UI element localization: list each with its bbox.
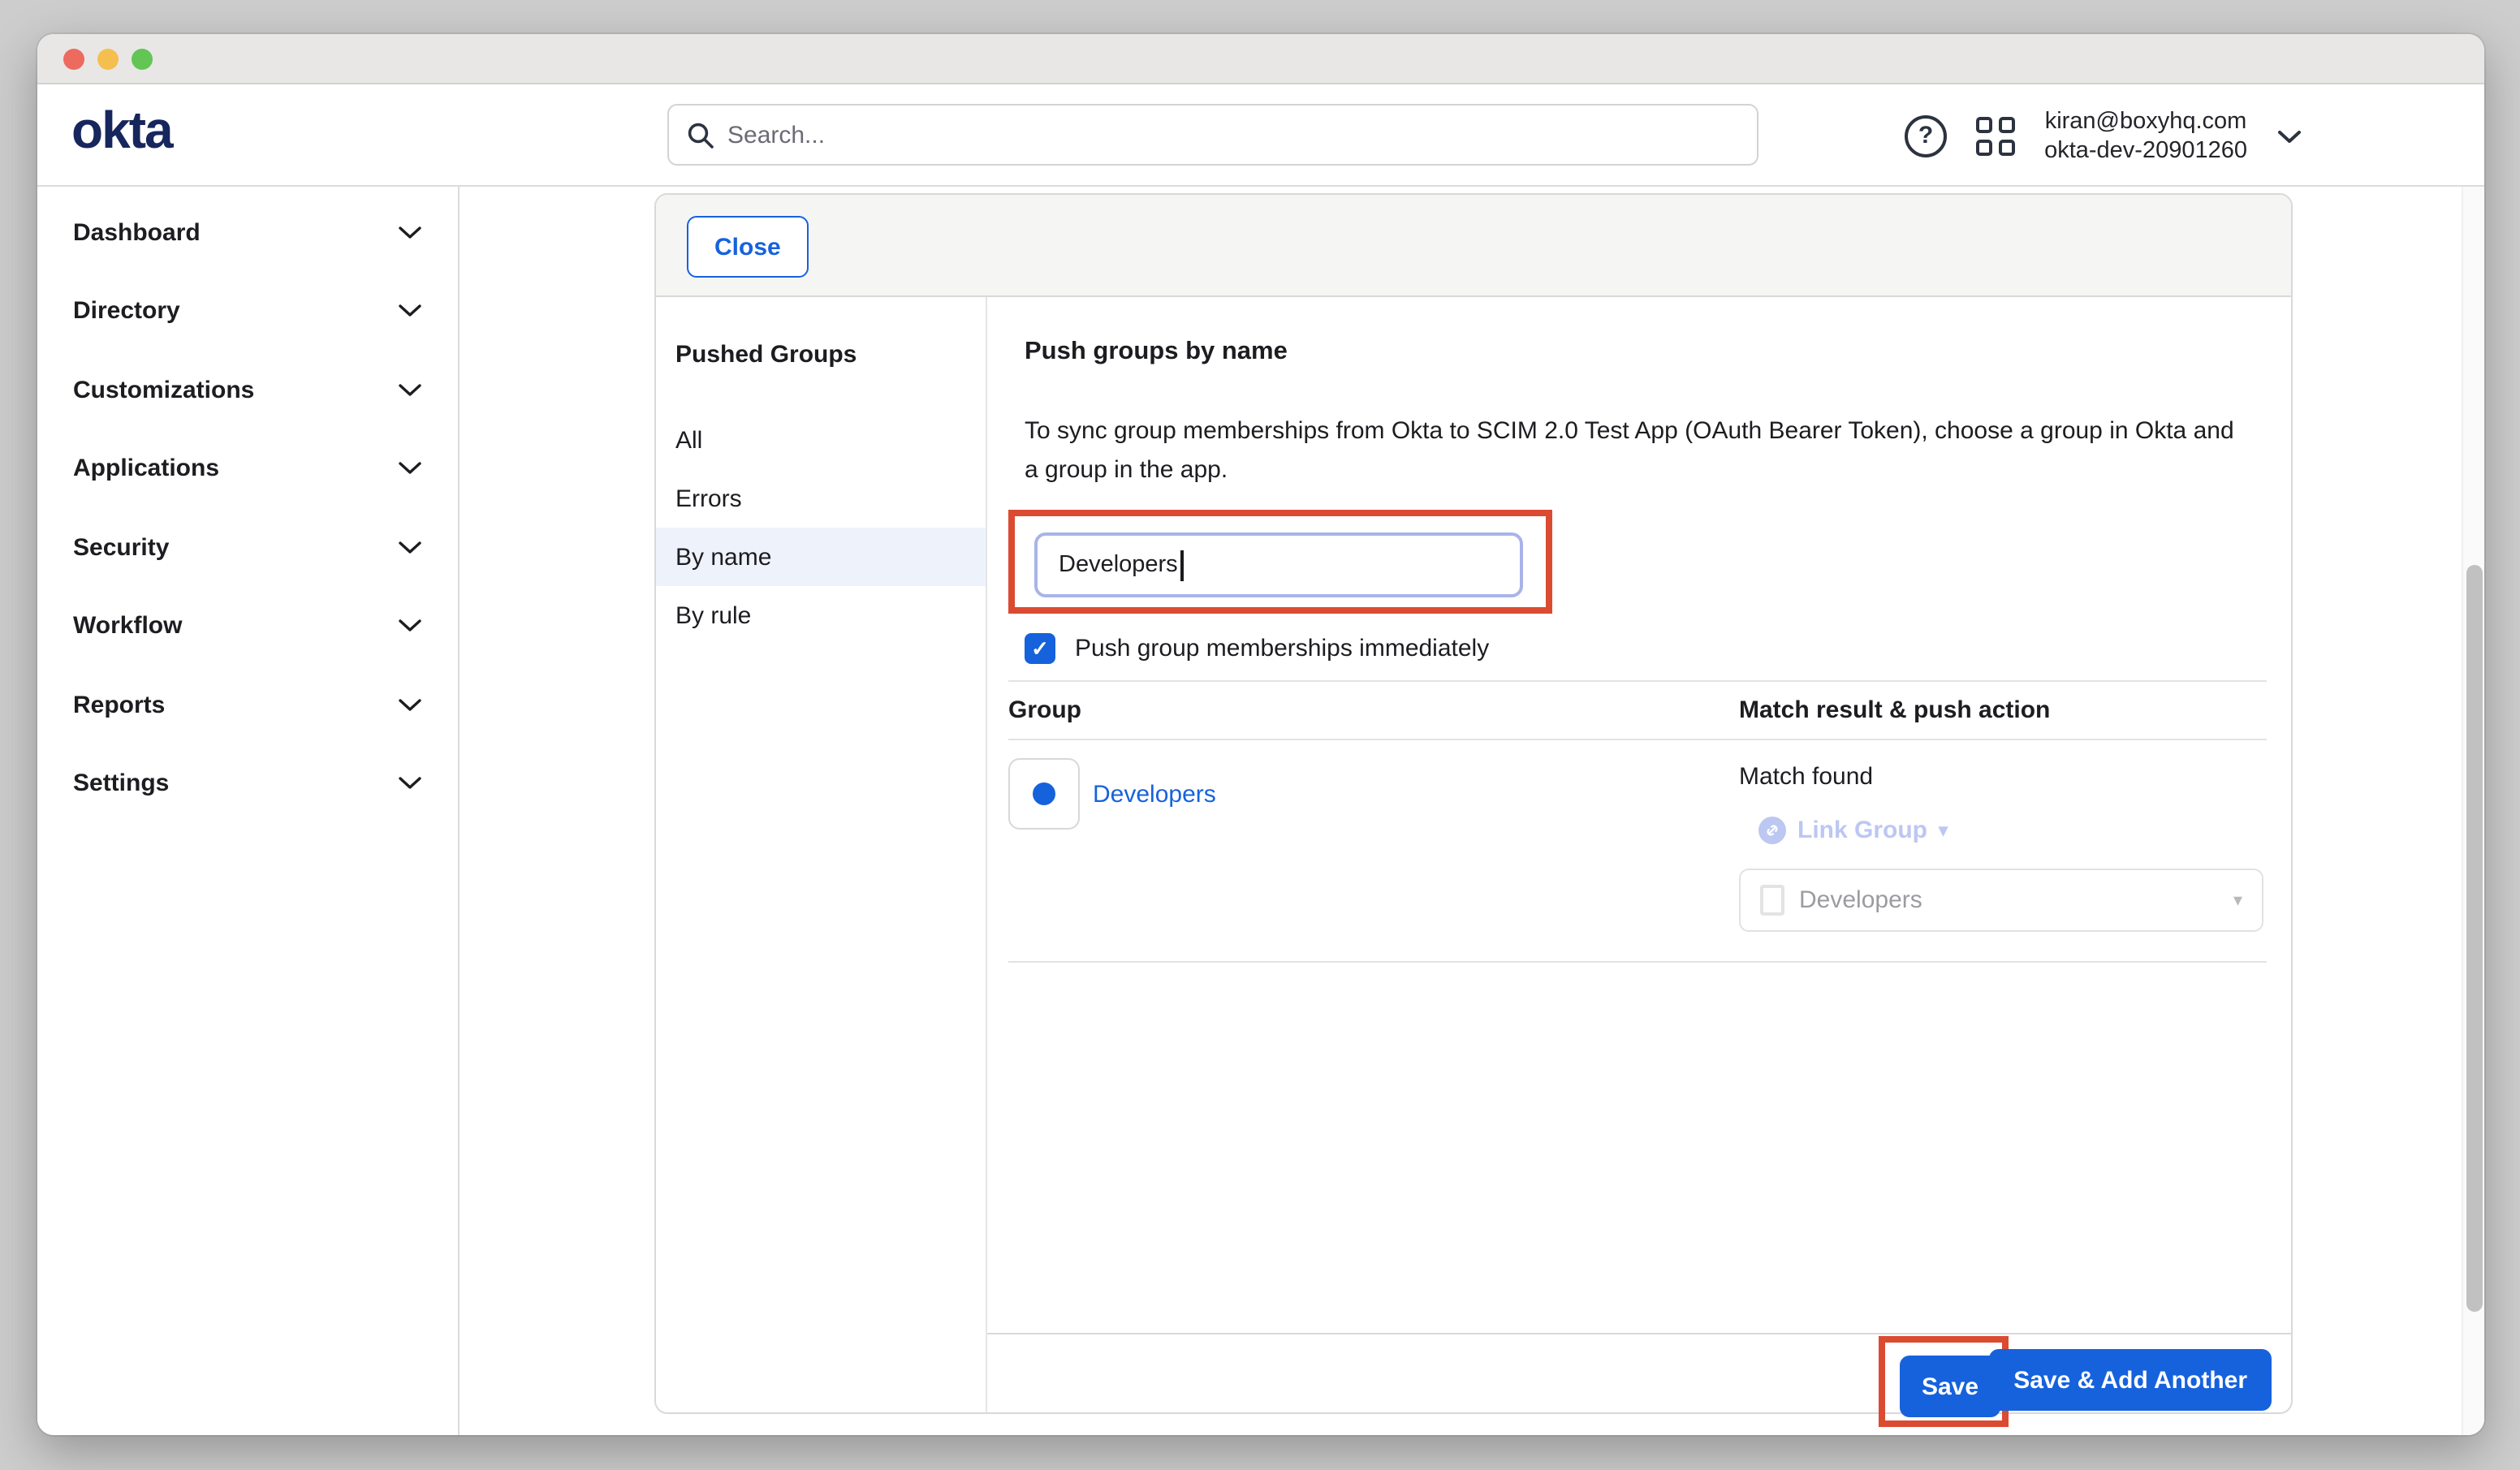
window-close-button[interactable] bbox=[63, 48, 84, 69]
pushed-groups-nav: Pushed Groups All Errors By name By rule bbox=[656, 297, 987, 1412]
scrollbar-thumb[interactable] bbox=[2466, 565, 2483, 1312]
nav-item-errors[interactable]: Errors bbox=[656, 469, 986, 528]
group-avatar bbox=[1008, 758, 1080, 830]
link-icon bbox=[1758, 817, 1786, 844]
push-by-name-content: Push groups by name To sync group member… bbox=[987, 297, 2291, 1412]
chevron-down-icon bbox=[398, 226, 422, 240]
table-row: Developers Match found Lin bbox=[1008, 740, 2267, 963]
save-add-another-button[interactable]: Save & Add Another bbox=[1989, 1349, 2272, 1411]
window-minimize-button[interactable] bbox=[97, 48, 119, 69]
column-header-group: Group bbox=[1008, 696, 1739, 724]
page-title: Push groups by name bbox=[1025, 338, 1288, 367]
search-input[interactable] bbox=[727, 106, 1757, 164]
column-header-match: Match result & push action bbox=[1739, 696, 2267, 724]
panel-body: Pushed Groups All Errors By name By rule… bbox=[656, 297, 2291, 1412]
link-group-caret-icon: ▾ bbox=[1939, 820, 1948, 841]
macos-titlebar bbox=[37, 34, 2484, 84]
scrollbar-track[interactable] bbox=[2462, 187, 2484, 1435]
chevron-down-icon bbox=[398, 383, 422, 398]
desktop: okta ? kiran@boxyhq.com okta-dev-2090126… bbox=[0, 0, 2520, 1470]
chevron-down-icon bbox=[398, 777, 422, 791]
push-immediately-label: Push group memberships immediately bbox=[1075, 635, 1489, 662]
select-caret-icon: ▾ bbox=[2233, 890, 2242, 911]
pushed-groups-nav-list: All Errors By name By rule bbox=[656, 411, 986, 644]
annotation-highlight-input: Developers bbox=[1008, 510, 1552, 614]
description-text: To sync group memberships from Okta to S… bbox=[1025, 412, 2234, 490]
match-table-header: Group Match result & push action bbox=[1008, 680, 2267, 740]
pushed-groups-title: Pushed Groups bbox=[675, 341, 986, 369]
match-table: Group Match result & push action Develop… bbox=[1008, 680, 2267, 963]
link-group-label: Link Group bbox=[1797, 817, 1927, 844]
close-button[interactable]: Close bbox=[687, 216, 809, 278]
chevron-down-icon bbox=[398, 619, 422, 634]
group-icon bbox=[1033, 782, 1055, 805]
search-box[interactable] bbox=[667, 104, 1758, 166]
okta-logo: okta bbox=[71, 104, 172, 166]
match-select-value: Developers bbox=[1799, 886, 2219, 914]
group-name-link[interactable]: Developers bbox=[1093, 780, 1216, 808]
group-name-input[interactable]: Developers bbox=[1034, 532, 1523, 597]
group-cell: Developers bbox=[1008, 758, 1216, 830]
link-group-button[interactable]: Link Group ▾ bbox=[1758, 817, 1948, 844]
sidebar-item-security[interactable]: Security bbox=[37, 508, 458, 587]
save-button[interactable]: Save bbox=[1900, 1356, 2000, 1417]
nav-item-all[interactable]: All bbox=[656, 411, 986, 469]
push-immediately-row: ✓ Push group memberships immediately bbox=[1025, 633, 1489, 664]
text-cursor bbox=[1181, 550, 1184, 580]
sidebar-item-dashboard[interactable]: Dashboard bbox=[37, 193, 458, 272]
main-content: Close Pushed Groups All Errors By name B… bbox=[460, 187, 2484, 1435]
content-row: Dashboard Directory Customizations Appli… bbox=[37, 187, 2484, 1435]
pushed-groups-panel: Close Pushed Groups All Errors By name B… bbox=[654, 193, 2293, 1414]
search-icon bbox=[687, 121, 714, 149]
apps-grid-icon[interactable] bbox=[1976, 116, 2015, 155]
okta-topbar: okta ? kiran@boxyhq.com okta-dev-2090126… bbox=[37, 84, 2484, 187]
sidebar-item-workflow[interactable]: Workflow bbox=[37, 587, 458, 666]
chevron-down-icon bbox=[398, 304, 422, 319]
chevron-down-icon bbox=[398, 698, 422, 713]
account-org: okta-dev-20901260 bbox=[2044, 136, 2247, 165]
chevron-down-icon bbox=[398, 541, 422, 555]
sidebar-item-settings[interactable]: Settings bbox=[37, 744, 458, 823]
help-icon[interactable]: ? bbox=[1905, 114, 1947, 157]
group-name-input-value: Developers bbox=[1059, 552, 1178, 578]
sidebar: Dashboard Directory Customizations Appli… bbox=[37, 187, 460, 1435]
window-zoom-button[interactable] bbox=[132, 48, 153, 69]
topbar-right-cluster: ? kiran@boxyhq.com okta-dev-20901260 bbox=[1905, 84, 2302, 187]
sidebar-item-directory[interactable]: Directory bbox=[37, 272, 458, 351]
nav-item-by-name[interactable]: By name bbox=[656, 528, 986, 586]
sidebar-item-reports[interactable]: Reports bbox=[37, 666, 458, 744]
chevron-down-icon bbox=[398, 462, 422, 476]
account-info: kiran@boxyhq.com okta-dev-20901260 bbox=[2044, 106, 2247, 165]
app-window: okta ? kiran@boxyhq.com okta-dev-2090126… bbox=[37, 34, 2484, 1435]
match-group-select[interactable]: Developers ▾ bbox=[1739, 869, 2263, 932]
sidebar-item-applications[interactable]: Applications bbox=[37, 429, 458, 508]
push-immediately-checkbox[interactable]: ✓ bbox=[1025, 633, 1055, 664]
panel-header: Close bbox=[656, 195, 2291, 297]
select-checkbox-icon bbox=[1760, 885, 1784, 916]
account-email: kiran@boxyhq.com bbox=[2044, 106, 2247, 136]
match-result-text: Match found bbox=[1739, 763, 1873, 791]
sidebar-item-customizations[interactable]: Customizations bbox=[37, 351, 458, 429]
nav-item-by-rule[interactable]: By rule bbox=[656, 586, 986, 644]
account-chevron-down-icon[interactable] bbox=[2276, 127, 2302, 144]
panel-footer: Save Save & Add Another bbox=[987, 1333, 2291, 1416]
